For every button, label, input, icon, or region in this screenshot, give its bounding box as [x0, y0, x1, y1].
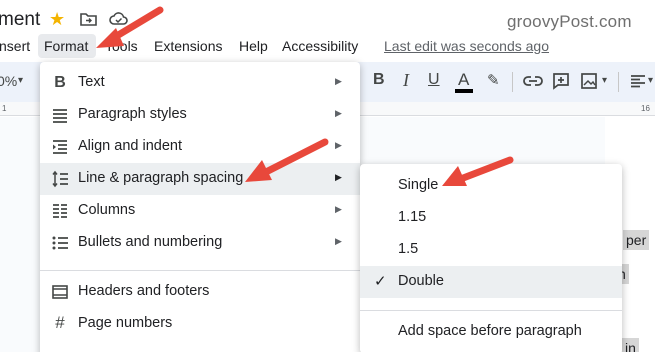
star-icon[interactable]: ★ — [49, 9, 65, 30]
spacing-option-label: Double — [398, 273, 444, 289]
bullets-icon — [52, 236, 68, 250]
paragraph-styles-icon — [53, 109, 67, 123]
menu-format-label: Format — [44, 38, 89, 54]
menu-divider — [360, 310, 622, 311]
highlight-pen-icon[interactable]: ✎ — [487, 71, 500, 89]
columns-icon — [53, 204, 67, 218]
ruler-mark: 1 — [2, 104, 7, 113]
submenu-arrow-icon: ▶ — [335, 172, 342, 182]
menu-format[interactable]: Format — [38, 34, 96, 58]
spacing-option-label: 1.5 — [398, 241, 419, 257]
menu-item-headers-footers[interactable]: Headers and footers — [40, 276, 360, 308]
align-indent-icon — [53, 140, 67, 154]
highlighted-text: per — [623, 230, 650, 250]
align-chevron-icon[interactable]: ▾ — [648, 75, 653, 86]
line-spacing-icon — [52, 170, 68, 188]
zoom-chevron-icon[interactable]: ▾ — [18, 75, 23, 86]
add-comment-icon[interactable] — [552, 72, 570, 90]
bold-icon: B — [54, 74, 66, 91]
bold-button[interactable]: B — [373, 71, 385, 89]
submenu-arrow-icon: ▶ — [335, 236, 342, 246]
spacing-double[interactable]: ✓ Double — [360, 266, 622, 298]
text-color-button[interactable]: A — [454, 69, 474, 93]
menu-help[interactable]: Help — [239, 38, 268, 54]
italic-button[interactable]: I — [403, 70, 409, 91]
menu-item-bullets[interactable]: Bullets and numbering ▶ — [40, 227, 360, 259]
ruler-mark: 16 — [641, 104, 650, 113]
toolbar-divider — [512, 72, 513, 92]
menu-item-label: Columns — [78, 202, 136, 218]
menu-extensions[interactable]: Extensions — [154, 38, 222, 54]
menu-item-label: Paragraph styles — [78, 106, 187, 122]
move-folder-icon[interactable] — [80, 12, 97, 26]
spacing-option-label: 1.15 — [398, 209, 427, 225]
document-title[interactable]: ment — [0, 9, 40, 31]
menu-item-line-spacing[interactable]: Line & paragraph spacing ▶ — [40, 163, 360, 195]
menu-divider — [40, 270, 360, 271]
menu-item-align-indent[interactable]: Align and indent ▶ — [40, 131, 360, 163]
zoom-select[interactable]: 0% — [0, 73, 17, 89]
menu-bar: nsert Format Tools Extensions Help Acces… — [0, 34, 655, 58]
last-edit-link[interactable]: Last edit was seconds ago — [384, 38, 549, 54]
hash-icon: # — [55, 313, 65, 332]
spacing-1-15[interactable]: 1.15 — [360, 202, 622, 234]
watermark: groovyPost.com — [507, 12, 632, 31]
link-icon[interactable] — [523, 74, 543, 88]
spacing-single[interactable]: Single — [360, 170, 622, 202]
spacing-1-5[interactable]: 1.5 — [360, 234, 622, 266]
add-space-before-paragraph[interactable]: Add space before paragraph — [360, 316, 622, 348]
align-left-icon[interactable] — [630, 74, 646, 88]
menu-item-page-numbers[interactable]: # Page numbers — [40, 308, 360, 340]
underline-button[interactable]: U — [428, 71, 440, 89]
spacing-option-label: Single — [398, 177, 439, 193]
insert-image-icon[interactable] — [580, 72, 598, 90]
menu-item-label: Align and indent — [78, 138, 182, 154]
header-footer-icon — [52, 285, 68, 299]
text-color-bar — [455, 89, 473, 93]
spacing-option-label: Add space before paragraph — [398, 323, 582, 339]
toolbar-divider — [618, 72, 619, 92]
menu-item-label: Page numbers — [78, 315, 173, 331]
spacing-submenu: Single 1.15 1.5 ✓ Double Add space befor… — [360, 164, 622, 352]
highlighted-text: in — [622, 338, 639, 352]
menu-item-label: Headers and footers — [78, 283, 210, 299]
text-color-letter: A — [458, 70, 470, 89]
menu-item-paragraph-styles[interactable]: Paragraph styles ▶ — [40, 99, 360, 131]
format-menu: B Text ▶ Paragraph styles ▶ Align and in… — [40, 62, 360, 352]
menu-insert[interactable]: nsert — [0, 38, 30, 54]
menu-item-label: Text — [78, 74, 105, 90]
menu-item-columns[interactable]: Columns ▶ — [40, 195, 360, 227]
submenu-arrow-icon: ▶ — [335, 76, 342, 86]
menu-item-text[interactable]: B Text ▶ — [40, 67, 360, 99]
submenu-arrow-icon: ▶ — [335, 108, 342, 118]
menu-item-label: Line & paragraph spacing — [78, 170, 244, 186]
submenu-arrow-icon: ▶ — [335, 140, 342, 150]
submenu-arrow-icon: ▶ — [335, 204, 342, 214]
checkmark-icon: ✓ — [374, 273, 387, 290]
menu-accessibility[interactable]: Accessibility — [282, 38, 358, 54]
menu-item-label: Bullets and numbering — [78, 234, 223, 250]
image-chevron-icon[interactable]: ▾ — [602, 75, 607, 86]
menu-tools[interactable]: Tools — [105, 38, 138, 54]
cloud-saved-icon[interactable] — [109, 11, 128, 27]
